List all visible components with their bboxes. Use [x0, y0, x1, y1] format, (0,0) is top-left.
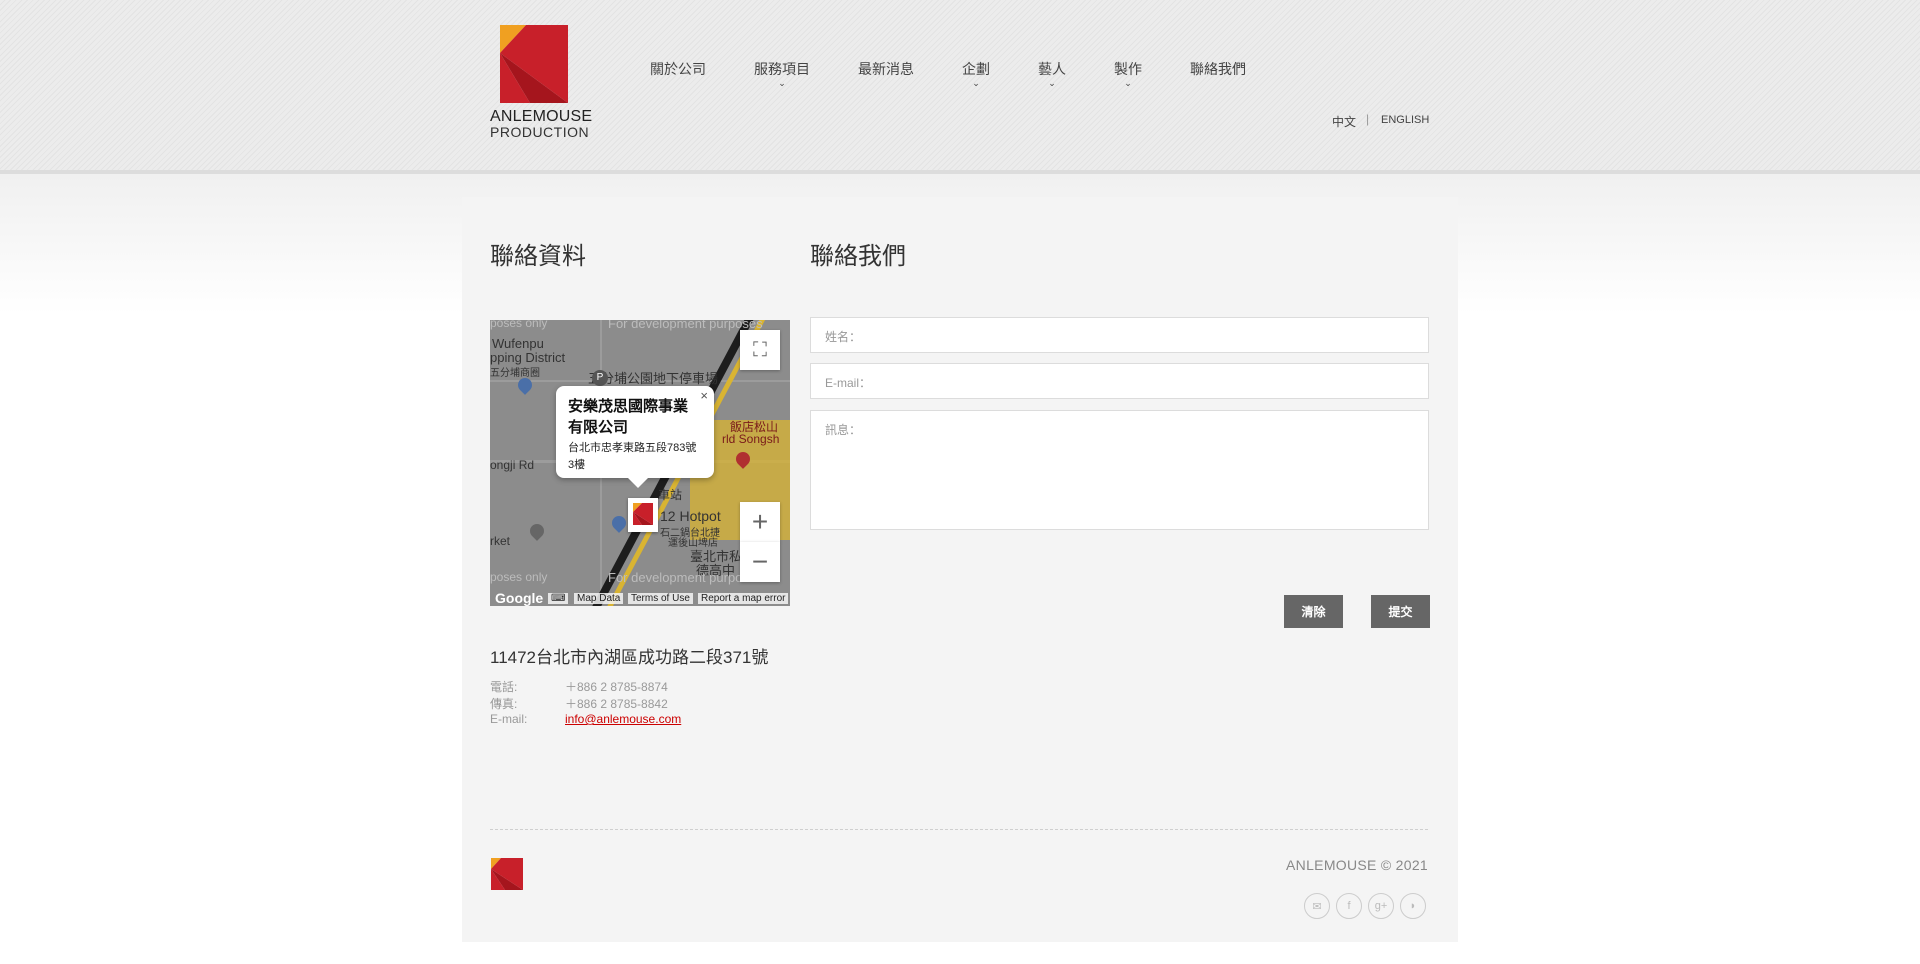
email-link-wrap: info@anlemouse.com [565, 712, 681, 726]
footer-logo[interactable] [491, 858, 523, 895]
logo-mark-icon [500, 25, 568, 103]
infowindow-address: 台北市忠孝東路五段783號3樓 [568, 442, 697, 471]
brand-logo[interactable] [490, 25, 590, 103]
google-logo: Google [495, 590, 544, 606]
school-pin-icon[interactable] [527, 521, 547, 541]
chevron-down-icon: ⌄ [1048, 78, 1056, 88]
map-infowindow: 安樂茂思國際事業有限公司 台北市忠孝東路五段783號3樓 × [556, 386, 714, 478]
lang-english[interactable]: ENGLISH [1381, 114, 1429, 126]
lang-separator: | [1366, 112, 1370, 126]
map-watermark: poses only [490, 320, 548, 330]
map-label: 五分埔商圈 [490, 368, 540, 379]
lang-chinese[interactable]: 中文 [1332, 113, 1356, 130]
facebook-icon[interactable]: f [1336, 893, 1362, 919]
email-field-label: E-mail： [825, 376, 872, 390]
email-label: E-mail: [490, 712, 528, 726]
fax-label: 傳真: [490, 697, 518, 711]
keyboard-icon[interactable]: ⌨ [548, 593, 569, 604]
mail-icon[interactable]: ✉ [1304, 893, 1330, 919]
brand-tagline: PRODUCTION [490, 124, 590, 140]
plus-icon: + [751, 506, 769, 537]
footer-divider [490, 829, 1428, 830]
copyright: ANLEMOUSE © 2021 [1286, 857, 1428, 873]
fax-value: ＋886 2 8785-8842 [565, 697, 668, 711]
logo-mark-icon [633, 503, 653, 525]
chevron-down-icon: ⌄ [1124, 78, 1132, 88]
map-label: rket [490, 534, 511, 548]
nav-item-contact[interactable]: 聯絡我們 [1190, 59, 1246, 79]
nav-item-artists[interactable]: 藝人 ⌄ [1038, 59, 1066, 88]
email-link[interactable]: info@anlemouse.com [565, 712, 681, 726]
submit-button[interactable]: 提交 [1371, 595, 1430, 628]
nav-label: 聯絡我們 [1190, 61, 1246, 77]
name-field[interactable]: 姓名： [810, 317, 1429, 353]
nav-item-news[interactable]: 最新消息 [858, 59, 914, 79]
nav-item-planning[interactable]: 企劃 ⌄ [962, 59, 990, 88]
nav-label: 關於公司 [650, 61, 706, 77]
nav-item-services[interactable]: 服務項目 ⌄ [754, 59, 810, 88]
fullscreen-icon: ⛶ [753, 338, 767, 361]
fullscreen-button[interactable]: ⛶ [740, 330, 780, 370]
map-label: 車站 [658, 488, 683, 502]
infowindow-title: 安樂茂思國際事業有限公司 [568, 398, 689, 436]
google-plus-icon[interactable]: g+ [1368, 893, 1394, 919]
nav-label: 藝人 [1038, 61, 1066, 77]
email-field[interactable]: E-mail： [810, 363, 1429, 399]
nav-label: 服務項目 [754, 61, 810, 77]
map-footer: Google ⌨ Map Data Terms of Use Report a … [490, 590, 790, 606]
clear-button[interactable]: 清除 [1284, 595, 1343, 628]
rss-icon[interactable]: ◗ [1400, 893, 1426, 919]
map-label: 12 Hotpot [660, 508, 721, 524]
nav-label: 最新消息 [858, 61, 914, 77]
terms-link[interactable]: Terms of Use [628, 593, 693, 604]
phone-label: 電話: [490, 680, 518, 694]
minus-icon: − [751, 546, 769, 577]
report-error-link[interactable]: Report a map error [698, 593, 789, 604]
map-label: pping District [490, 350, 566, 365]
map-label: rld Songsh [722, 432, 780, 446]
close-icon[interactable]: × [700, 388, 708, 403]
message-field[interactable]: 訊息： [810, 410, 1429, 530]
location-marker-icon[interactable] [628, 498, 658, 532]
chevron-down-icon: ⌄ [778, 78, 786, 88]
map-data-link[interactable]: Map Data [574, 593, 624, 604]
zoom-in-button[interactable]: + [740, 502, 780, 542]
contact-info-title: 聯絡資料 [490, 243, 586, 270]
site-header [0, 0, 1920, 174]
name-field-label: 姓名： [825, 330, 862, 344]
logo-mark-icon [491, 858, 523, 890]
company-address: 11472台北市內湖區成功路二段371號 [490, 648, 769, 667]
map-label: Wufenpu [492, 336, 544, 351]
nav-label: 企劃 [962, 61, 990, 77]
infowindow-tail [628, 478, 648, 488]
contact-form-title: 聯絡我們 [810, 243, 906, 270]
phone-value: ＋886 2 8785-8874 [565, 680, 668, 694]
chevron-down-icon: ⌄ [972, 78, 980, 88]
google-map[interactable]: poses only For development purposes Wufe… [490, 320, 790, 606]
nav-item-about[interactable]: 關於公司 [650, 59, 706, 79]
nav-label: 製作 [1114, 61, 1142, 77]
parking-pin-icon[interactable]: P [592, 370, 608, 386]
map-label: ongji Rd [490, 458, 535, 472]
message-field-label: 訊息： [825, 423, 862, 437]
nav-item-production[interactable]: 製作 ⌄ [1114, 59, 1142, 88]
shop-pin-icon[interactable] [609, 513, 629, 533]
map-watermark: poses only [490, 570, 548, 584]
zoom-out-button[interactable]: − [740, 542, 780, 582]
